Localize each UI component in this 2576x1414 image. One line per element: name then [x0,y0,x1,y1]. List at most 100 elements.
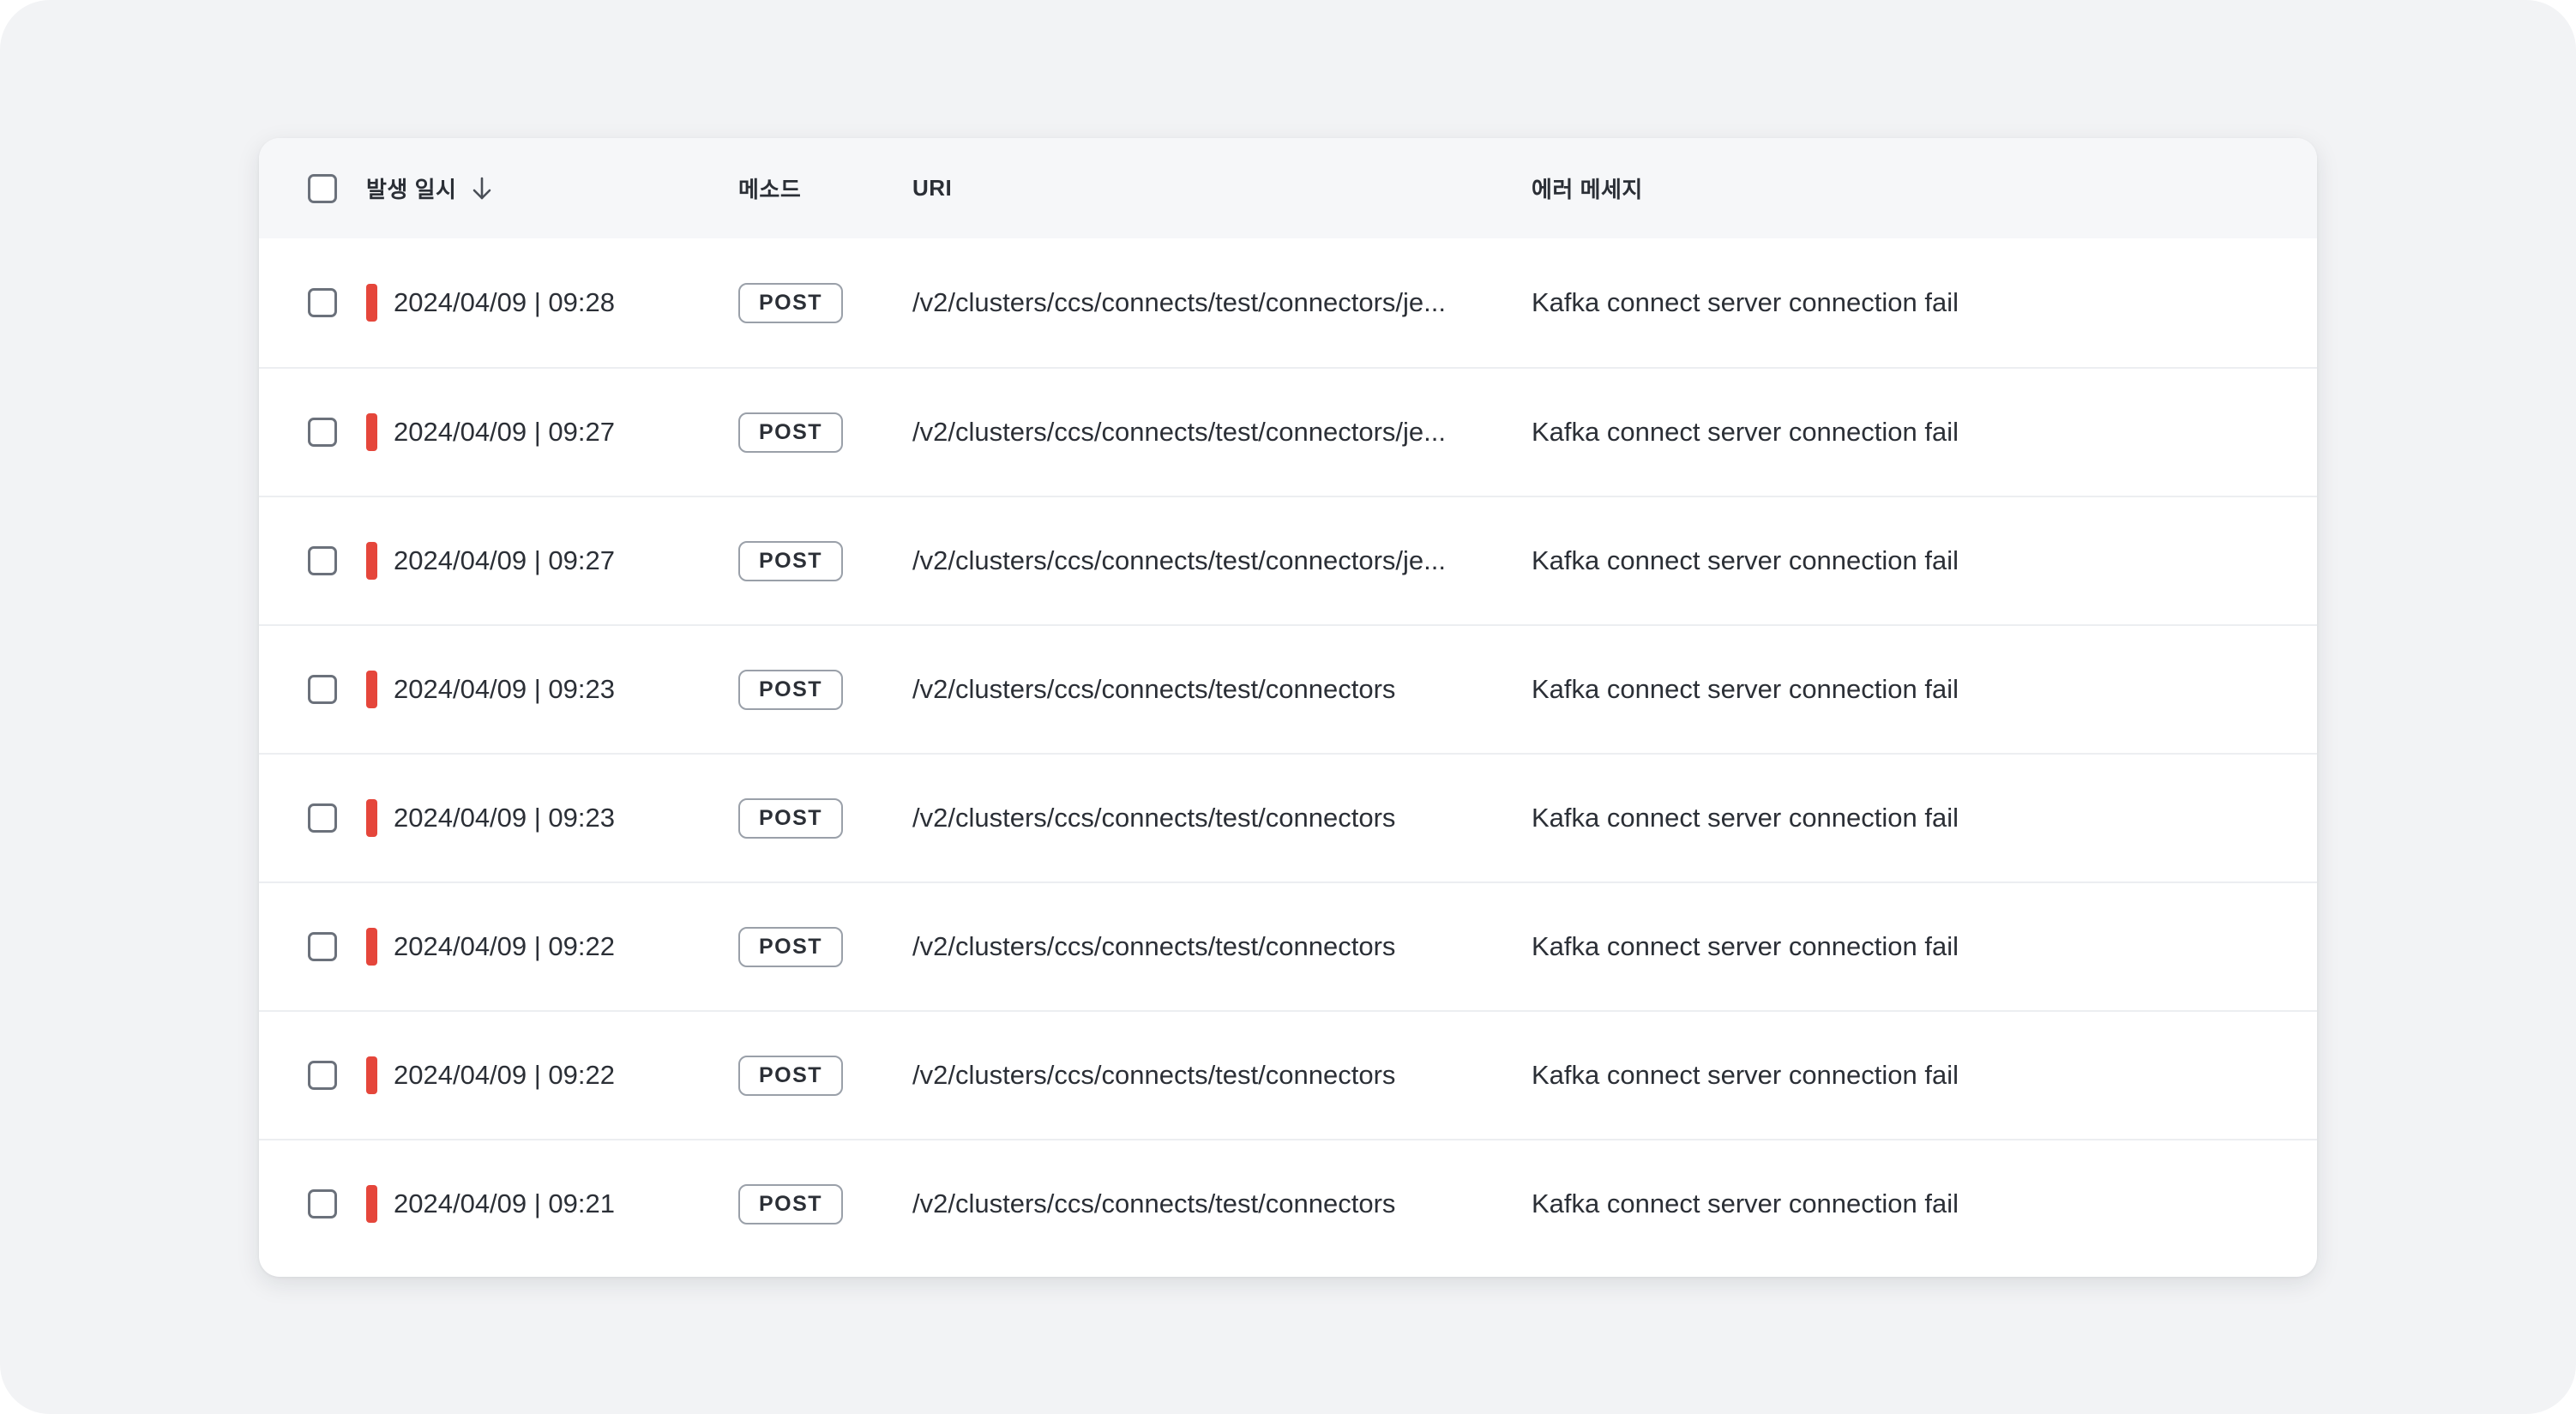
header-uri-label: URI [912,175,953,201]
row-checkbox[interactable] [308,932,337,961]
message-cell: Kafka connect server connection fail [1532,497,1959,624]
method-cell: POST [738,1012,843,1139]
message-cell: Kafka connect server connection fail [1532,626,1959,753]
error-level-indicator [366,284,377,322]
error-level-indicator [366,799,377,837]
row-checkbox-cell [308,626,337,753]
method-cell: POST [738,369,843,496]
occurred-at: 2024/04/09 | 09:28 [394,287,616,317]
message-cell: Kafka connect server connection fail [1532,1140,1959,1267]
method-cell: POST [738,238,843,367]
message-cell: Kafka connect server connection fail [1532,1012,1959,1139]
table-row[interactable]: 2024/04/09 | 09:22 POST /v2/clusters/ccs… [259,881,2317,1010]
uri-cell: /v2/clusters/ccs/connects/test/connector… [912,369,1446,496]
request-uri: /v2/clusters/ccs/connects/test/connector… [912,674,1396,704]
date-cell: 2024/04/09 | 09:23 [366,626,615,753]
uri-cell: /v2/clusters/ccs/connects/test/connector… [912,626,1395,753]
method-cell: POST [738,883,843,1010]
request-uri: /v2/clusters/ccs/connects/test/connector… [912,1060,1396,1090]
error-message: Kafka connect server connection fail [1532,287,1959,317]
method-cell: POST [738,497,843,624]
row-checkbox[interactable] [308,418,337,447]
occurred-at: 2024/04/09 | 09:23 [394,803,616,833]
arrow-down-icon[interactable] [470,175,494,202]
occurred-at: 2024/04/09 | 09:27 [394,545,616,575]
error-level-indicator [366,928,377,966]
occurred-at: 2024/04/09 | 09:22 [394,931,616,961]
method-badge: POST [738,412,843,453]
date-cell: 2024/04/09 | 09:22 [366,883,615,1010]
method-cell: POST [738,626,843,753]
uri-cell: /v2/clusters/ccs/connects/test/connector… [912,755,1395,881]
error-message: Kafka connect server connection fail [1532,931,1959,961]
row-checkbox-cell [308,1140,337,1267]
row-checkbox[interactable] [308,1061,337,1090]
table-row[interactable]: 2024/04/09 | 09:27 POST /v2/clusters/ccs… [259,367,2317,496]
uri-cell: /v2/clusters/ccs/connects/test/connector… [912,1012,1395,1139]
method-cell: POST [738,1140,843,1267]
request-uri: /v2/clusters/ccs/connects/test/connector… [912,1188,1396,1218]
header-method-cell: 메소드 [738,138,801,238]
date-cell: 2024/04/09 | 09:27 [366,497,615,624]
date-cell: 2024/04/09 | 09:23 [366,755,615,881]
method-badge: POST [738,1055,843,1096]
date-cell: 2024/04/09 | 09:27 [366,369,615,496]
row-checkbox-cell [308,238,337,367]
row-checkbox[interactable] [308,288,337,317]
request-uri: /v2/clusters/ccs/connects/test/connector… [912,803,1396,833]
method-cell: POST [738,755,843,881]
table-row[interactable]: 2024/04/09 | 09:27 POST /v2/clusters/ccs… [259,496,2317,624]
error-message: Kafka connect server connection fail [1532,1188,1959,1218]
row-checkbox-cell [308,755,337,881]
row-checkbox[interactable] [308,546,337,575]
uri-cell: /v2/clusters/ccs/connects/test/connector… [912,497,1446,624]
request-uri: /v2/clusters/ccs/connects/test/connector… [912,931,1396,961]
row-checkbox-cell [308,369,337,496]
table-body: 2024/04/09 | 09:28 POST /v2/clusters/ccs… [259,238,2317,1267]
table-row[interactable]: 2024/04/09 | 09:21 POST /v2/clusters/ccs… [259,1139,2317,1267]
error-message: Kafka connect server connection fail [1532,803,1959,833]
request-uri: /v2/clusters/ccs/connects/test/connector… [912,417,1446,447]
header-message-cell: 에러 메세지 [1532,138,1643,238]
table-row[interactable]: 2024/04/09 | 09:23 POST /v2/clusters/ccs… [259,624,2317,753]
row-checkbox[interactable] [308,803,337,833]
row-checkbox-cell [308,497,337,624]
header-message-label: 에러 메세지 [1532,177,1643,202]
occurred-at: 2024/04/09 | 09:22 [394,1060,616,1090]
date-cell: 2024/04/09 | 09:28 [366,238,615,367]
request-uri: /v2/clusters/ccs/connects/test/connector… [912,545,1446,575]
date-cell: 2024/04/09 | 09:21 [366,1140,615,1267]
select-all-checkbox[interactable] [308,173,337,203]
occurred-at: 2024/04/09 | 09:23 [394,674,616,704]
row-checkbox-cell [308,883,337,1010]
method-badge: POST [738,797,843,839]
header-date-cell[interactable]: 발생 일시 [366,138,494,238]
error-message: Kafka connect server connection fail [1532,417,1959,447]
occurred-at: 2024/04/09 | 09:27 [394,417,616,447]
error-level-indicator [366,1056,377,1094]
error-level-indicator [366,671,377,708]
table-header: 발생 일시 메소드 URI 에러 메세지 [259,138,2317,238]
table-row[interactable]: 2024/04/09 | 09:28 POST /v2/clusters/ccs… [259,238,2317,367]
request-uri: /v2/clusters/ccs/connects/test/connector… [912,287,1446,317]
message-cell: Kafka connect server connection fail [1532,369,1959,496]
row-checkbox[interactable] [308,1189,337,1218]
message-cell: Kafka connect server connection fail [1532,883,1959,1010]
uri-cell: /v2/clusters/ccs/connects/test/connector… [912,1140,1395,1267]
page-background: 발생 일시 메소드 URI 에러 메세지 2024/04/09 | 09:28 [0,0,2576,1414]
error-level-indicator [366,1185,377,1223]
method-badge: POST [738,540,843,581]
message-cell: Kafka connect server connection fail [1532,238,1959,367]
date-cell: 2024/04/09 | 09:22 [366,1012,615,1139]
error-level-indicator [366,413,377,451]
row-checkbox[interactable] [308,675,337,704]
method-badge: POST [738,1183,843,1224]
header-checkbox-cell [308,138,337,238]
error-log-table: 발생 일시 메소드 URI 에러 메세지 2024/04/09 | 09:28 [259,138,2317,1277]
error-message: Kafka connect server connection fail [1532,1060,1959,1090]
error-level-indicator [366,542,377,580]
header-uri-cell: URI [912,138,952,238]
table-row[interactable]: 2024/04/09 | 09:23 POST /v2/clusters/ccs… [259,753,2317,881]
table-row[interactable]: 2024/04/09 | 09:22 POST /v2/clusters/ccs… [259,1010,2317,1139]
method-badge: POST [738,282,843,323]
